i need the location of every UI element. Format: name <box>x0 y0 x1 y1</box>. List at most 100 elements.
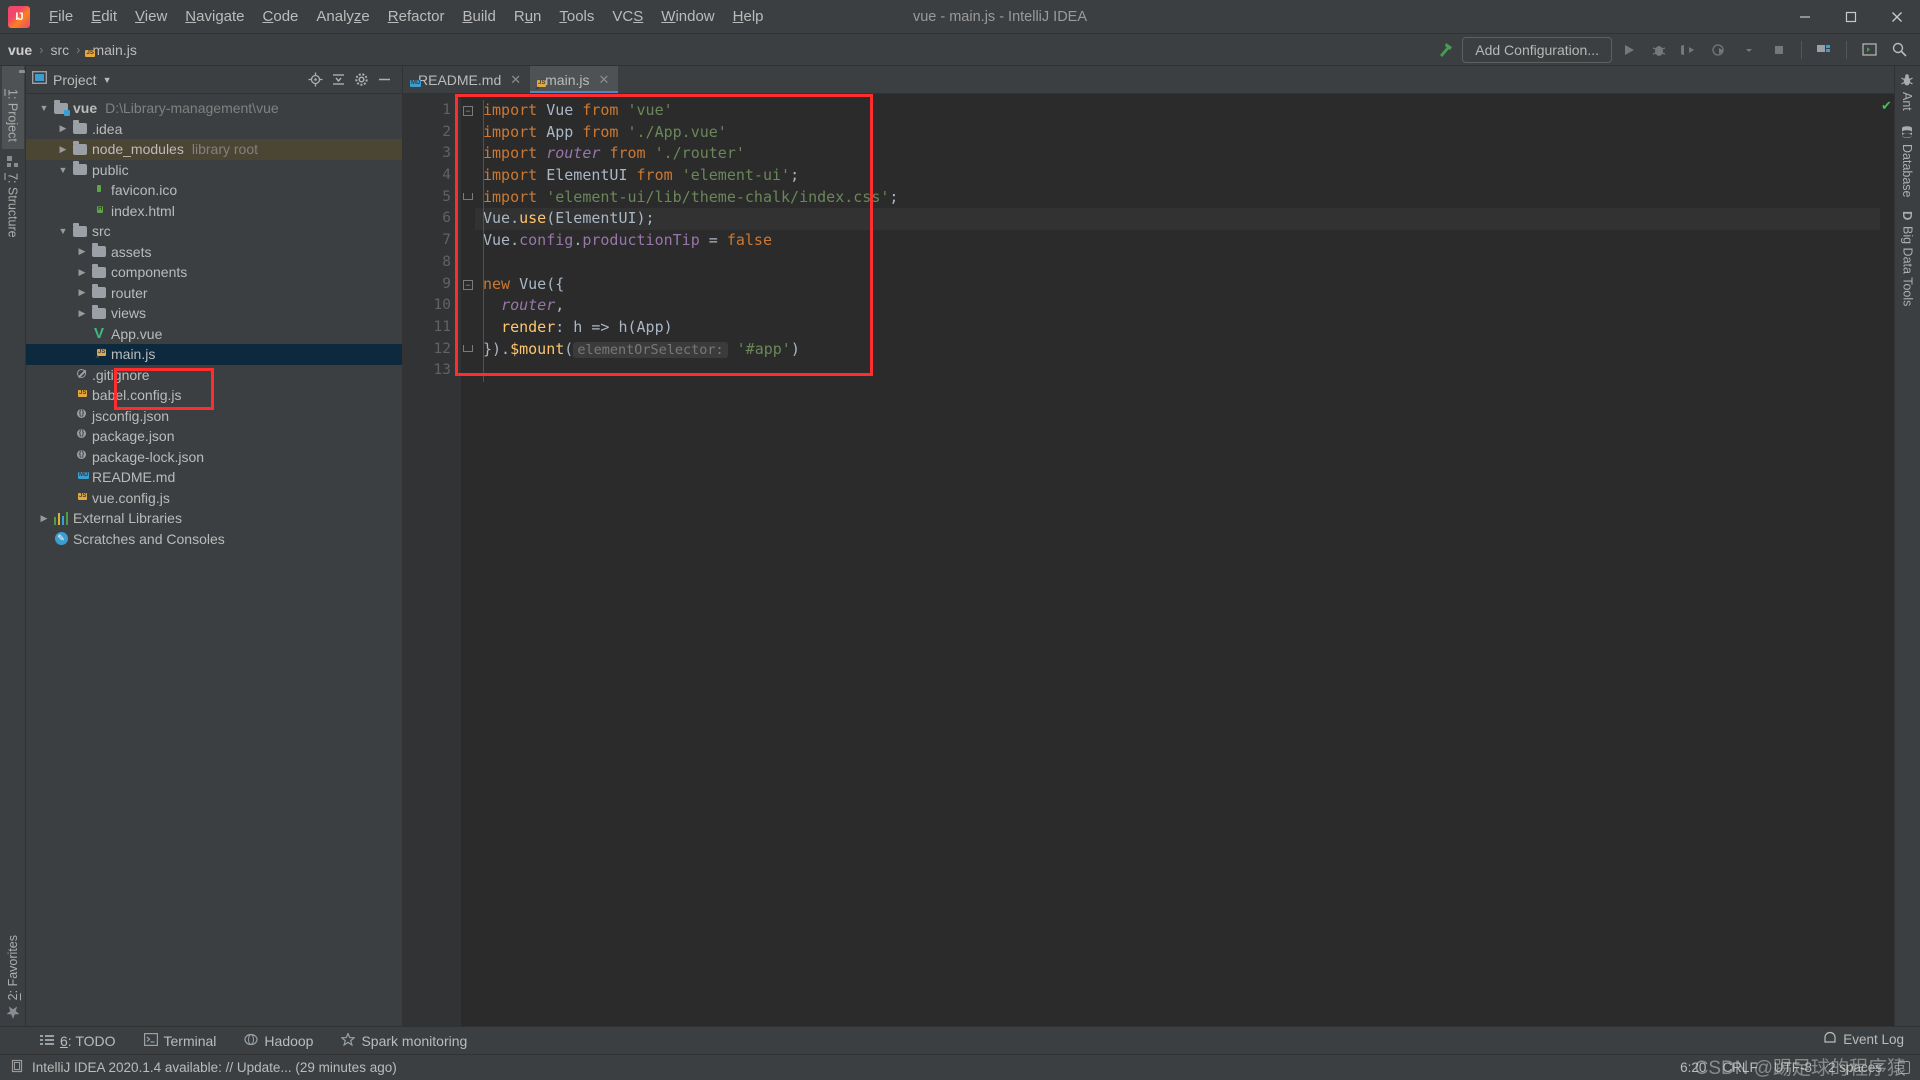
tree-node-jsconfig-json[interactable]: {} jsconfig.json <box>26 406 402 427</box>
file-encoding[interactable]: UTF-8 <box>1774 1060 1812 1075</box>
tree-node-main-js[interactable]: JS main.js <box>26 344 402 365</box>
tree-node--idea[interactable]: ▶ .idea <box>26 119 402 140</box>
maximize-button[interactable] <box>1828 0 1874 34</box>
chevron-right-icon[interactable]: ▶ <box>74 287 90 298</box>
run-icon[interactable] <box>1616 38 1642 62</box>
tree-node-views[interactable]: ▶ views <box>26 303 402 324</box>
inspection-marker-strip[interactable]: ✔ <box>1880 94 1894 1026</box>
chevron-right-icon[interactable]: ▶ <box>36 513 52 524</box>
tree-node-package-json[interactable]: {} package.json <box>26 426 402 447</box>
chevron-down-icon[interactable] <box>1736 38 1762 62</box>
code-line[interactable]: import 'element-ui/lib/theme-chalk/index… <box>475 187 1880 209</box>
status-message[interactable]: IntelliJ IDEA 2020.1.4 available: // Upd… <box>32 1060 397 1075</box>
search-everywhere-icon[interactable] <box>1886 38 1912 62</box>
add-configuration-button[interactable]: Add Configuration... <box>1462 36 1612 63</box>
code-editor[interactable]: 1 2 3 4 5 6 7 8 9 10 11 12 13 − − import Vue from 'vu… <box>403 94 1894 1026</box>
tree-node-external-libraries[interactable]: ▶ External Libraries <box>26 508 402 529</box>
code-line[interactable]: import Vue from 'vue' <box>475 100 1880 122</box>
code-line[interactable]: Vue.use(ElementUI); <box>475 208 1880 231</box>
tree-node-scratches-and-consoles[interactable]: ✎ Scratches and Consoles <box>26 529 402 550</box>
menu-item-file[interactable]: File <box>40 4 82 29</box>
code-line[interactable]: import App from './App.vue' <box>475 122 1880 144</box>
code-folding-column[interactable]: − − <box>461 94 475 1026</box>
chevron-down-icon[interactable]: ▼ <box>36 103 52 113</box>
menu-item-window[interactable]: Window <box>652 4 723 29</box>
tree-node-app-vue[interactable]: V App.vue <box>26 324 402 345</box>
chevron-down-icon[interactable]: ▼ <box>103 75 112 85</box>
chevron-right-icon[interactable]: ▶ <box>55 123 71 134</box>
code-line[interactable]: import router from './router' <box>475 143 1880 165</box>
chevron-right-icon[interactable]: ▶ <box>74 246 90 257</box>
right-tool-tab-ant[interactable]: Ant <box>1896 66 1918 118</box>
menu-item-tools[interactable]: Tools <box>550 4 603 29</box>
menu-item-edit[interactable]: Edit <box>82 4 126 29</box>
menu-item-run[interactable]: Run <box>505 4 551 29</box>
right-tool-tab-bigdatatools[interactable]: D Big Data Tools <box>1896 204 1919 313</box>
caret-position[interactable]: 6:20 <box>1680 1060 1706 1075</box>
indent-setting[interactable]: 2 spaces <box>1828 1060 1882 1075</box>
tree-node-babel-config-js[interactable]: JS babel.config.js <box>26 385 402 406</box>
code-fold-top-icon[interactable]: − <box>463 106 473 116</box>
menu-item-code[interactable]: Code <box>254 4 308 29</box>
menu-item-help[interactable]: Help <box>724 4 773 29</box>
hide-panel-icon[interactable] <box>377 72 392 87</box>
menu-item-view[interactable]: View <box>126 4 176 29</box>
chevron-right-icon[interactable]: ▶ <box>55 144 71 155</box>
tree-node-src[interactable]: ▼ src <box>26 221 402 242</box>
tree-node-vue-config-js[interactable]: JS vue.config.js <box>26 488 402 509</box>
minimize-button[interactable] <box>1782 0 1828 34</box>
tool-window-todo[interactable]: 6: TODO <box>26 1033 130 1049</box>
breadcrumb[interactable]: vue › src › JS main.js <box>8 42 137 58</box>
code-fold-top-icon[interactable]: − <box>463 279 473 290</box>
chevron-right-icon[interactable]: ▶ <box>74 308 90 319</box>
menu-item-navigate[interactable]: Navigate <box>176 4 253 29</box>
code-line[interactable]: new Vue({ <box>475 274 1880 296</box>
hammer-icon[interactable] <box>1432 38 1458 62</box>
code-fold-bot-icon[interactable] <box>463 192 473 200</box>
menu-item-refactor[interactable]: Refactor <box>379 4 454 29</box>
profile-icon[interactable] <box>1706 38 1732 62</box>
debug-icon[interactable] <box>1646 38 1672 62</box>
menu-item-vcs[interactable]: VCS <box>603 4 652 29</box>
project-tree[interactable]: ▼ vue D:\Library-management\vue ▶ .idea ▶ node… <box>26 94 402 1026</box>
close-button[interactable] <box>1874 0 1920 34</box>
tree-node-favicon-ico[interactable]: favicon.ico <box>26 180 402 201</box>
chevron-down-icon[interactable]: ▼ <box>55 226 71 236</box>
lock-icon[interactable] <box>1898 1061 1910 1074</box>
breadcrumb-item-mainjs[interactable]: JS main.js <box>85 42 137 58</box>
tool-window-hadoop[interactable]: Hadoop <box>230 1033 327 1049</box>
left-tool-tab-favorites[interactable]: 2: Favorites <box>2 928 24 1026</box>
left-tool-tab-project[interactable]: 1: Project <box>1 66 24 149</box>
collapse-all-icon[interactable] <box>331 72 346 87</box>
stop-icon[interactable] <box>1766 38 1792 62</box>
tree-node-router[interactable]: ▶ router <box>26 283 402 304</box>
tree-node-index-html[interactable]: Hindex.html <box>26 201 402 222</box>
event-log-button[interactable]: Event Log <box>1823 1026 1904 1052</box>
project-structure-icon[interactable] <box>1811 38 1837 62</box>
close-icon[interactable]: ✕ <box>510 72 521 88</box>
code-content[interactable]: import Vue from 'vue' import App from './… <box>475 94 1880 1026</box>
code-fold-bot-icon[interactable] <box>463 344 473 352</box>
code-line[interactable] <box>475 360 1880 382</box>
editor-tab-readme-md[interactable]: MD README.md ✕ <box>403 66 531 93</box>
menu-item-build[interactable]: Build <box>453 4 504 29</box>
code-line[interactable]: import ElementUI from 'element-ui'; <box>475 165 1880 187</box>
menu-item-analyze[interactable]: Analyze <box>307 4 378 29</box>
code-line[interactable] <box>475 252 1880 274</box>
terminal-icon[interactable] <box>1856 38 1882 62</box>
tree-node-node-modules[interactable]: ▶ node_modules library root <box>26 139 402 160</box>
chevron-down-icon[interactable]: ▼ <box>55 165 71 175</box>
tree-node-assets[interactable]: ▶ assets <box>26 242 402 263</box>
code-line[interactable]: }).$mount(elementOrSelector: '#app') <box>475 339 1880 361</box>
locate-icon[interactable] <box>308 72 323 87</box>
editor-tab-main-js[interactable]: JS main.js ✕ <box>530 66 619 93</box>
code-line[interactable]: render: h => h(App) <box>475 317 1880 339</box>
status-message-area[interactable]: IntelliJ IDEA 2020.1.4 available: // Upd… <box>10 1059 397 1076</box>
tree-node--gitignore[interactable]: .gitignore <box>26 365 402 386</box>
tool-window-terminal[interactable]: Terminal <box>130 1033 231 1049</box>
left-tool-tab-structure[interactable]: 7: Structure <box>2 149 24 245</box>
tree-node-readme-md[interactable]: MD README.md <box>26 467 402 488</box>
breadcrumb-item-src[interactable]: src <box>50 42 69 58</box>
right-tool-tab-database[interactable]: Database <box>1896 118 1918 205</box>
line-separator[interactable]: CRLF <box>1722 1060 1757 1075</box>
